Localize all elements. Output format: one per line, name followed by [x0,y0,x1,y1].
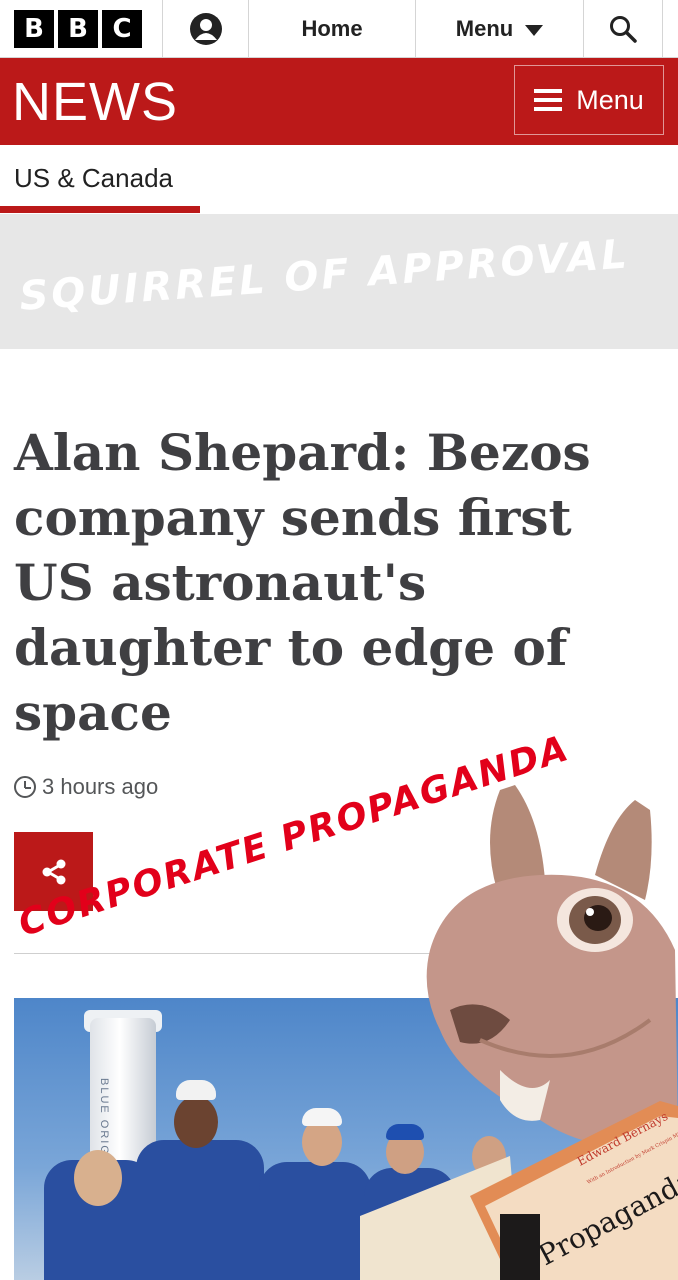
astronaut-cap [176,1080,216,1100]
astronaut-figure [136,1140,264,1280]
ad-banner: SQUIRREL OF APPROVAL [0,214,678,349]
propaganda-book-image: Edward Bernays With an Introduction by M… [360,1101,678,1280]
timestamp-text: 3 hours ago [42,774,159,799]
bbc-logo[interactable]: B B C [14,10,142,48]
search-button[interactable] [583,0,663,58]
user-account-icon [189,13,222,45]
section-link-us-canada[interactable]: US & Canada [14,163,173,194]
bbc-logo-letter: B [58,10,98,48]
top-menu-button[interactable]: Menu [415,0,583,58]
caret-down-icon [525,24,544,36]
article-timestamp: 3 hours ago [14,774,158,800]
astronaut-head [174,1096,218,1148]
section-active-underline [0,206,200,213]
bbc-top-bar: B B C Home Menu [0,0,678,58]
bbc-logo-letter: C [102,10,142,48]
section-nav: US & Canada [0,145,678,215]
news-header: NEWS Menu [0,58,678,145]
banner-text: SQUIRREL OF APPROVAL [18,231,632,320]
clock-icon [14,776,36,798]
search-icon [610,16,637,43]
news-menu-button[interactable]: Menu [514,65,664,135]
account-button[interactable] [162,0,248,58]
home-link[interactable]: Home [248,0,415,58]
bbc-logo-letter: B [14,10,54,48]
hamburger-icon [534,89,563,111]
news-logo[interactable]: NEWS [12,72,178,132]
share-icon [42,859,65,884]
astronaut-figure [259,1162,371,1280]
top-menu-label: Menu [455,16,514,41]
home-label: Home [301,16,363,41]
astronaut-head [74,1150,122,1206]
news-menu-label: Menu [576,84,644,115]
astronaut-cap [302,1108,342,1126]
article-headline: Alan Shepard: Bezos company sends first … [14,423,591,742]
